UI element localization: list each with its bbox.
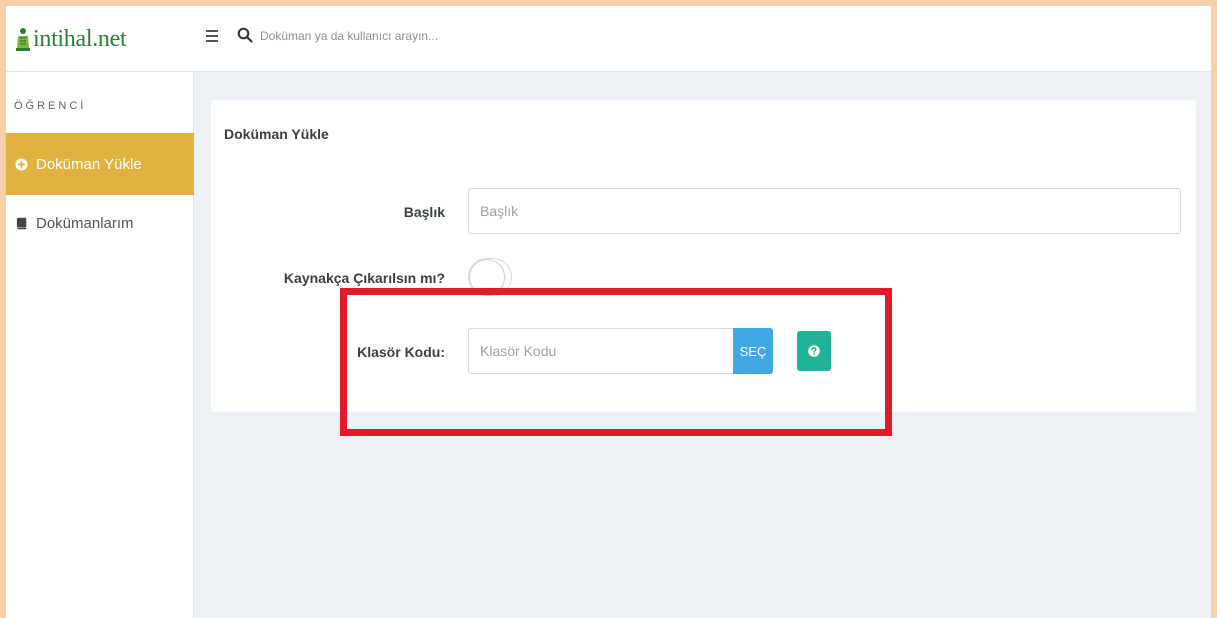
- sidebar-item-label: Dokümanlarım: [36, 214, 134, 232]
- page-title: Doküman Yükle: [224, 126, 329, 142]
- logo-icon: [16, 28, 30, 51]
- top-bar: intihal.net: [6, 6, 1211, 72]
- sidebar-item-label: Doküman Yükle: [36, 155, 142, 173]
- toggle-knob: [470, 260, 504, 294]
- sidebar-section-header: ÖĞRENCİ: [14, 100, 87, 112]
- sec-button[interactable]: SEÇ: [733, 328, 773, 374]
- baslik-input[interactable]: [468, 188, 1181, 234]
- klasor-kodu-label: Klasör Kodu:: [357, 344, 445, 360]
- logo[interactable]: intihal.net: [15, 24, 127, 54]
- question-circle-icon: [808, 345, 820, 357]
- search-icon[interactable]: [237, 27, 253, 43]
- book-icon: [16, 217, 27, 229]
- hamburger-icon[interactable]: [206, 30, 218, 42]
- baslik-label: Başlık: [403, 204, 445, 220]
- app-frame: intihal.net ÖĞRENCİ Doküman Yükle: [6, 6, 1211, 618]
- logo-text: intihal.net: [33, 25, 127, 52]
- kaynakca-label: Kaynakça Çıkarılsın mı?: [283, 270, 445, 286]
- sidebar-item-dokuman-yukle[interactable]: Doküman Yükle: [6, 133, 194, 195]
- plus-circle-icon: [15, 157, 28, 171]
- kaynakca-toggle[interactable]: [468, 258, 512, 296]
- klasor-kodu-input[interactable]: [468, 328, 734, 374]
- help-button[interactable]: [797, 331, 831, 371]
- sidebar: ÖĞRENCİ Doküman Yükle Dokümanlarım: [6, 72, 194, 618]
- sidebar-item-dokumanlarim[interactable]: Dokümanlarım: [6, 203, 194, 243]
- upload-form-card: Doküman Yükle Başlık Kaynakça Çıkarılsın…: [211, 100, 1196, 412]
- search-input[interactable]: [260, 24, 760, 48]
